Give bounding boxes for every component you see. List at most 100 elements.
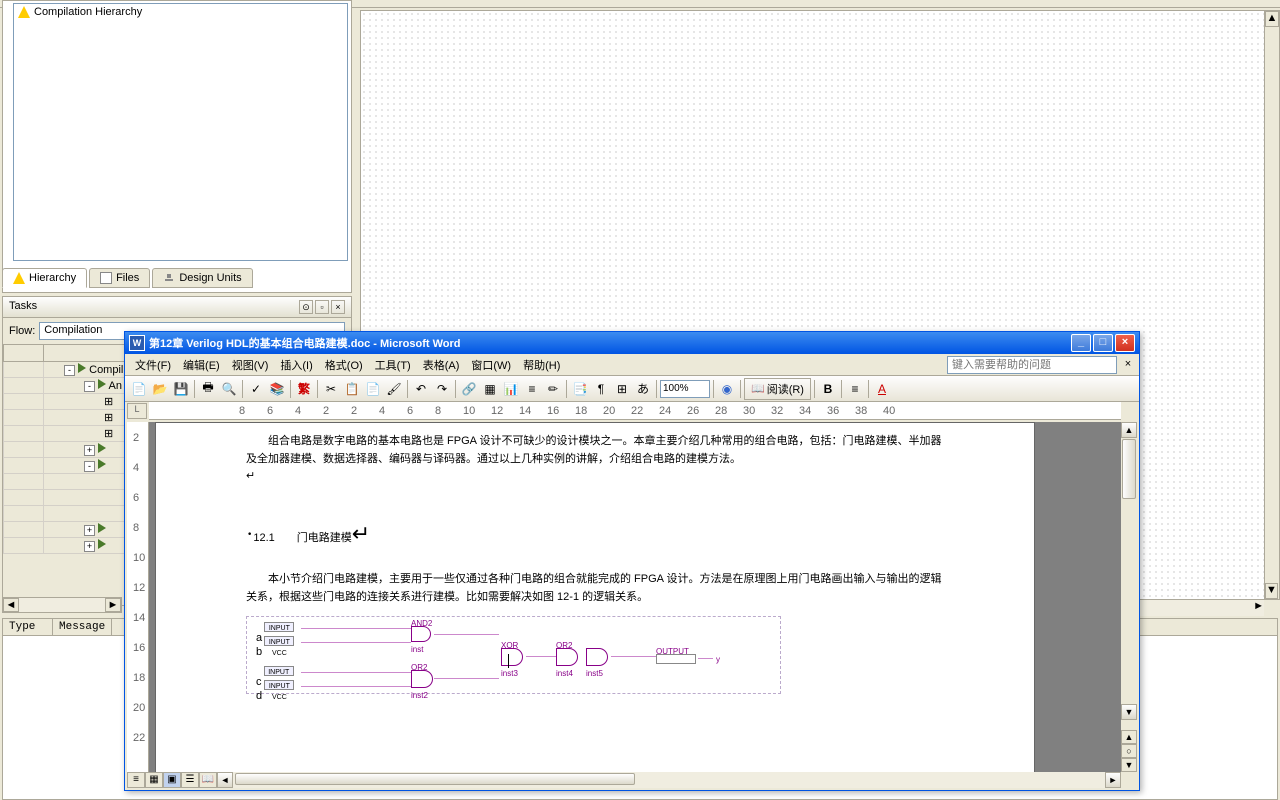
document-page[interactable]: 组合电路是数字电路的基本电路也是 FPGA 设计不可缺少的设计模块之一。本章主要…: [155, 422, 1035, 772]
ruler-mark: 14: [519, 405, 531, 417]
word-app-icon: W: [129, 335, 145, 351]
menu-help[interactable]: 帮助(H): [517, 355, 566, 375]
expand-icon[interactable]: -: [64, 365, 75, 376]
hierarchy-tree[interactable]: Compilation Hierarchy: [13, 3, 348, 261]
menu-file[interactable]: 文件(F): [129, 355, 177, 375]
tasks-menu-icon[interactable]: ⊙: [299, 300, 313, 314]
excel-icon[interactable]: 📊: [501, 379, 521, 399]
grid-icon[interactable]: ⊞: [612, 379, 632, 399]
format-painter-icon[interactable]: 🖌: [384, 379, 404, 399]
tasks-hscroll[interactable]: ◄ ►: [2, 597, 122, 613]
menu-format[interactable]: 格式(O): [319, 355, 369, 375]
vertical-ruler[interactable]: 246810121416182022: [127, 422, 149, 772]
menu-table[interactable]: 表格(A): [417, 355, 466, 375]
menu-tools[interactable]: 工具(T): [369, 355, 417, 375]
ruler-mark: 18: [575, 405, 587, 417]
play-icon: [98, 539, 106, 549]
tasks-pin-icon[interactable]: ▫: [315, 300, 329, 314]
help-icon[interactable]: ◉: [717, 379, 737, 399]
word-vscroll[interactable]: ▲ ▼ ▲ ○ ▼: [1121, 422, 1137, 772]
scroll-right-icon[interactable]: ►: [105, 598, 121, 612]
expand-icon[interactable]: +: [84, 445, 95, 456]
tasks-title: Tasks: [9, 300, 37, 314]
font-color-icon[interactable]: A: [872, 379, 892, 399]
msg-col-message: Message: [53, 619, 112, 635]
doc-close-icon[interactable]: ×: [1121, 358, 1135, 372]
ruler-mark: 36: [827, 405, 839, 417]
expand-icon[interactable]: -: [84, 381, 95, 392]
cut-icon[interactable]: ✂: [321, 379, 341, 399]
copy-icon[interactable]: 📋: [342, 379, 362, 399]
ime-icon[interactable]: あ: [633, 379, 653, 399]
normal-view-icon[interactable]: ≡: [127, 772, 145, 788]
print-icon[interactable]: 🖶: [198, 379, 218, 399]
menu-view[interactable]: 视图(V): [226, 355, 275, 375]
scroll-down-icon[interactable]: ▼: [1121, 704, 1137, 720]
help-search-input[interactable]: [947, 356, 1117, 374]
undo-icon[interactable]: ↶: [411, 379, 431, 399]
scroll-up-icon[interactable]: ▲: [1121, 422, 1137, 438]
docmap-icon[interactable]: 📑: [570, 379, 590, 399]
columns-icon[interactable]: ≡: [522, 379, 542, 399]
bold-button[interactable]: B: [818, 379, 838, 399]
paste-icon[interactable]: 📄: [363, 379, 383, 399]
hyperlink-icon[interactable]: 🔗: [459, 379, 479, 399]
table-icon[interactable]: ▦: [480, 379, 500, 399]
hierarchy-root-item[interactable]: Compilation Hierarchy: [14, 4, 347, 20]
drawing-icon[interactable]: ✏: [543, 379, 563, 399]
tab-hierarchy[interactable]: Hierarchy: [2, 268, 87, 288]
scroll-left-icon[interactable]: ◄: [3, 598, 19, 612]
preview-icon[interactable]: 🔍: [219, 379, 239, 399]
scroll-right-icon[interactable]: ►: [1253, 600, 1264, 616]
paragraph-mark: ↵: [246, 468, 944, 486]
scroll-up-icon[interactable]: ▲: [1265, 11, 1279, 27]
prev-page-icon[interactable]: ▲: [1121, 730, 1137, 744]
spell-icon[interactable]: ✓: [246, 379, 266, 399]
tasks-close-icon[interactable]: ×: [331, 300, 345, 314]
zoom-input[interactable]: [660, 380, 710, 398]
scroll-right-icon[interactable]: ►: [1105, 772, 1121, 788]
scroll-left-icon[interactable]: ◄: [217, 772, 233, 788]
scroll-down-icon[interactable]: ▼: [1265, 583, 1278, 599]
tab-selector[interactable]: L: [127, 403, 147, 419]
expand-icon[interactable]: +: [84, 525, 95, 536]
word-hscroll[interactable]: ≡ ▦ ▣ ☰ 📖 ◄ ►: [127, 772, 1121, 788]
tab-files[interactable]: Files: [89, 268, 150, 288]
research-icon[interactable]: 📚: [267, 379, 287, 399]
ruler-mark: 8: [435, 405, 441, 417]
tab-design-units[interactable]: Design Units: [152, 268, 252, 288]
save-icon[interactable]: 💾: [171, 379, 191, 399]
collapse-icon[interactable]: -: [84, 461, 95, 472]
align-justify-icon[interactable]: ≡: [845, 379, 865, 399]
print-view-icon[interactable]: ▣: [163, 772, 181, 788]
read-view-icon[interactable]: 📖: [199, 772, 217, 788]
minimize-button[interactable]: _: [1071, 334, 1091, 352]
vruler-mark: 6: [133, 492, 139, 504]
open-icon[interactable]: 📂: [150, 379, 170, 399]
hscroll-thumb[interactable]: [235, 773, 635, 785]
expand-icon[interactable]: +: [84, 541, 95, 552]
browse-object-icon[interactable]: ○: [1121, 744, 1137, 758]
web-view-icon[interactable]: ▦: [145, 772, 163, 788]
play-icon: [98, 459, 106, 469]
circuit-diagram-image[interactable]: a INPUT VCC b INPUT VCC c INPUT VCC d IN…: [246, 616, 786, 696]
next-page-icon[interactable]: ▼: [1121, 758, 1137, 772]
canvas-vscroll[interactable]: ▲ ▼: [1264, 10, 1280, 600]
horizontal-ruler[interactable]: L 86422468101214161820222426283032343638…: [149, 402, 1121, 420]
para-icon[interactable]: ¶: [591, 379, 611, 399]
menu-edit[interactable]: 编辑(E): [177, 355, 226, 375]
redo-icon[interactable]: ↷: [432, 379, 452, 399]
read-button[interactable]: 📖 阅读(R): [744, 378, 811, 400]
word-titlebar[interactable]: W 第12章 Verilog HDL的基本组合电路建模.doc - Micros…: [125, 332, 1139, 354]
play-icon: [98, 443, 106, 453]
menu-insert[interactable]: 插入(I): [274, 355, 318, 375]
ruler-mark: 34: [799, 405, 811, 417]
close-button[interactable]: ×: [1115, 334, 1135, 352]
menu-window[interactable]: 窗口(W): [465, 355, 517, 375]
chinese-convert-icon[interactable]: 繁: [294, 379, 314, 399]
outline-view-icon[interactable]: ☰: [181, 772, 199, 788]
maximize-button[interactable]: □: [1093, 334, 1113, 352]
new-icon[interactable]: 📄: [129, 379, 149, 399]
ruler-mark: 2: [323, 405, 329, 417]
scroll-thumb[interactable]: [1122, 439, 1136, 499]
